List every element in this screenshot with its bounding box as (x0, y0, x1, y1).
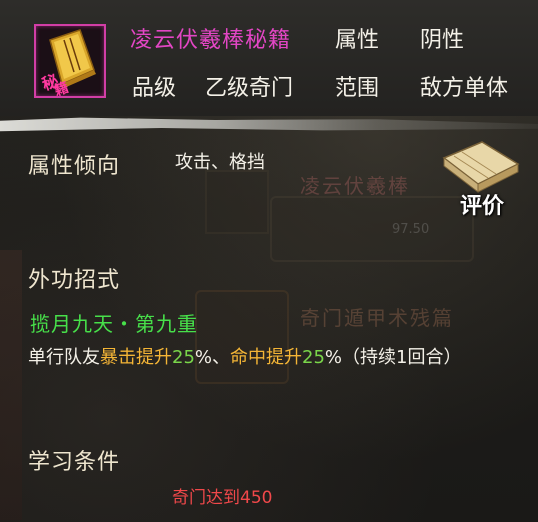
skill-section-title: 外功招式 (28, 268, 121, 293)
skill-desc-target: 单行队友 (28, 347, 100, 368)
hit-boost-value: 25 (302, 347, 325, 368)
crit-boost-value: 25 (172, 347, 195, 368)
tendency-value: 攻击、格挡 (175, 152, 265, 173)
skill-desc-duration: %（持续1回合） (324, 347, 462, 368)
tendency-title: 属性倾向 (28, 154, 121, 179)
skill-name: 揽月九天・第九重 (30, 312, 198, 336)
secret-manual-book-icon: 秘 籍 (39, 29, 96, 96)
item-name: 凌云伏羲棒秘籍 (130, 28, 292, 53)
review-button-label: 评价 (459, 194, 504, 219)
range-value: 敌方单体 (420, 76, 509, 101)
attribute-label: 属性 (335, 28, 380, 53)
grade-value: 乙级奇门 (205, 76, 294, 101)
review-button[interactable]: 评价 (434, 138, 530, 222)
skill-desc-separator: %、 (194, 347, 231, 368)
crit-boost-text: 暴击提升 (100, 347, 172, 368)
grade-label: 品级 (132, 76, 177, 101)
attribute-value: 阴性 (420, 28, 465, 53)
item-icon-frame: 秘 籍 (34, 24, 106, 98)
learn-requirement: 奇门达到450 (172, 488, 273, 508)
learn-section-title: 学习条件 (28, 450, 121, 475)
skill-description: 单行队友暴击提升25%、命中提升25%（持续1回合） (28, 345, 533, 371)
hit-boost-text: 命中提升 (230, 347, 303, 368)
range-label: 范围 (335, 76, 380, 101)
